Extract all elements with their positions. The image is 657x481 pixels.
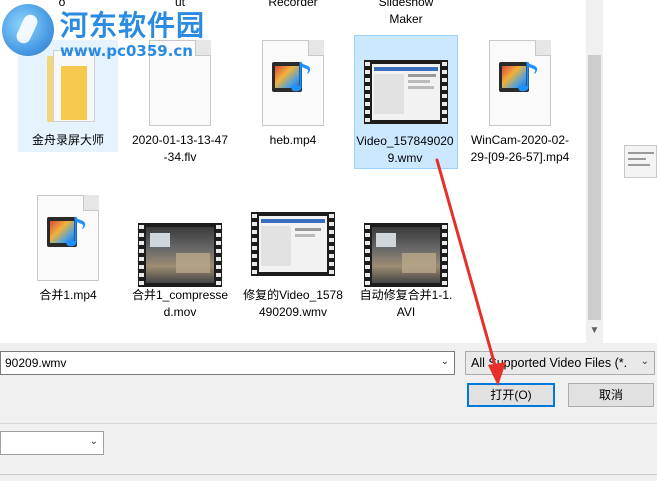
scrollbar-thumb[interactable] [588, 55, 601, 320]
file-name: heb.mp4 [269, 133, 317, 147]
file-name: Recorder [268, 0, 318, 9]
background-dropdown[interactable]: ⌄ [0, 431, 104, 455]
file-name: Video_1578490209.wmv [356, 134, 454, 165]
cancel-button[interactable]: 取消 [568, 383, 654, 407]
file-name: WinCam-2020-02-29-[09-26-57].mp4 [470, 133, 570, 164]
video-thumbnail [364, 60, 448, 124]
file-type-filter[interactable]: All Supported Video Files (*. ⌄ [465, 351, 655, 375]
filename-combobox[interactable]: 90209.wmv ⌄ [0, 351, 455, 375]
chevron-down-icon[interactable]: ⌄ [637, 356, 649, 367]
media-file-icon: ♪ [262, 40, 324, 126]
file-item-wincam-mp4[interactable]: ♪ WinCam-2020-02-29-[09-26-57].mp4 [470, 40, 570, 180]
file-name: 金舟录屏大师 [31, 133, 104, 147]
video-thumbnail [251, 212, 335, 276]
file-item-compressed-mov[interactable]: 合并1_compressed.mov [130, 195, 230, 340]
divider [0, 474, 657, 475]
file-name: 合并1.mp4 [39, 288, 97, 302]
file-name: 修复的Video_1578490209.wmv [243, 288, 343, 319]
video-thumbnail [138, 223, 222, 287]
site-watermark: 河东软件园 www.pc0359.cn [0, 0, 210, 64]
chevron-down-icon[interactable]: ⌄ [90, 436, 98, 447]
filename-input[interactable]: 90209.wmv [5, 356, 66, 370]
file-item-partial-4[interactable]: Slideshow Maker [356, 0, 456, 28]
chevron-down-icon[interactable]: ⌄ [441, 356, 449, 367]
file-item-heb-mp4[interactable]: ♪ heb.mp4 [243, 40, 343, 152]
video-thumbnail [364, 223, 448, 287]
filter-selected-value: All Supported Video Files (*. [471, 356, 628, 370]
watermark-title: 河东软件园 [60, 9, 206, 42]
file-name: 2020-01-13-13-47-34.flv [131, 133, 229, 164]
file-name: 自动修复合并1-1.AVI [359, 288, 453, 319]
watermark-url: www.pc0359.cn [60, 42, 193, 60]
scroll-down-icon[interactable]: ▼ [586, 322, 603, 339]
watermark-logo-icon [2, 4, 54, 56]
open-button[interactable]: 打开(O) [467, 383, 555, 407]
file-item-repaired-wmv[interactable]: 修复的Video_1578490209.wmv [243, 195, 343, 340]
file-item-video-wmv-selected[interactable]: Video_1578490209.wmv [354, 35, 458, 169]
file-item-auto-repair-avi[interactable]: 自动修复合并1-1.AVI [356, 195, 456, 325]
media-file-icon: ♪ [37, 195, 99, 281]
media-file-icon: ♪ [489, 40, 551, 126]
file-name: Slideshow Maker [378, 0, 434, 26]
file-item-partial-3[interactable]: Recorder [243, 0, 343, 9]
file-name: 合并1_compressed.mov [131, 288, 229, 319]
file-item-hebing-mp4[interactable]: ♪ 合并1.mp4 [18, 195, 118, 307]
preview-thumbnail [624, 145, 657, 178]
